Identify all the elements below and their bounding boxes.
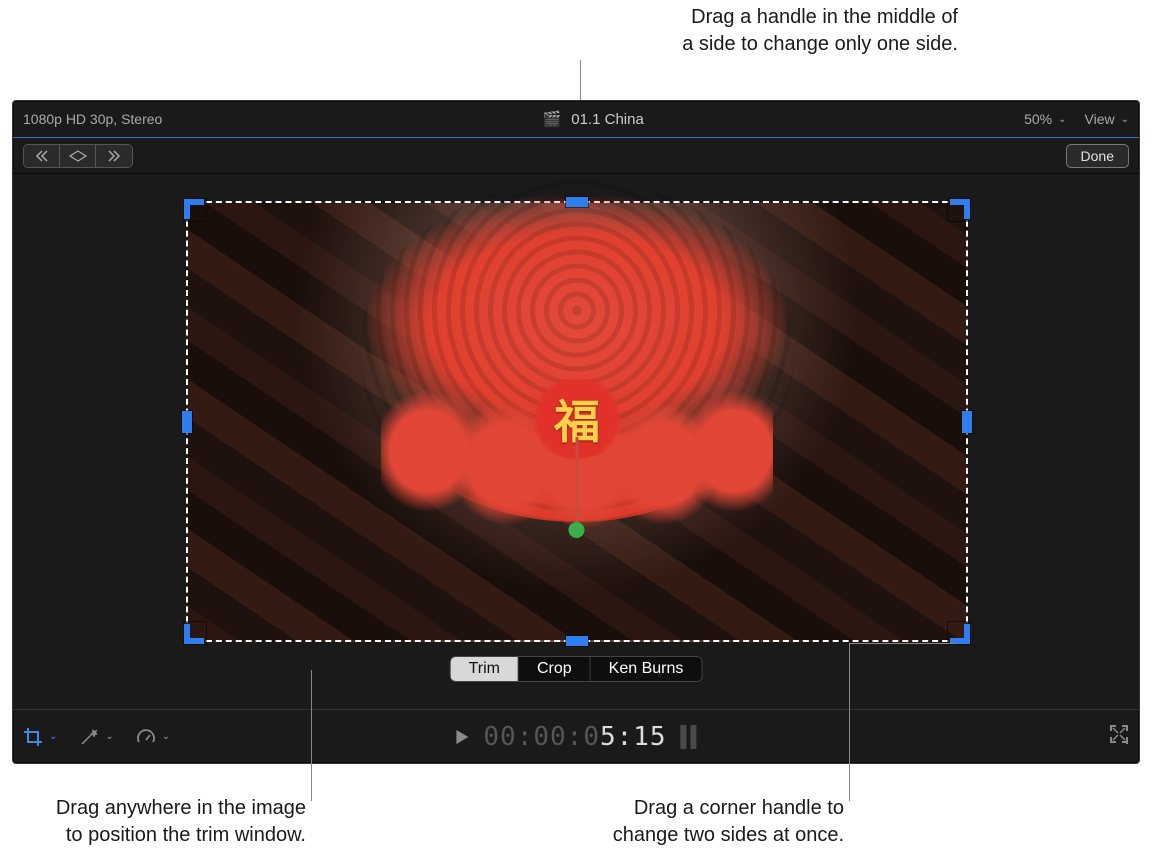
canvas-area: 福 bbox=[13, 174, 1139, 709]
callout-top-line2: a side to change only one side. bbox=[575, 31, 958, 58]
crop-mode-segment: Trim Crop Ken Burns bbox=[450, 656, 703, 682]
callout-line-br bbox=[849, 643, 850, 801]
handle-left[interactable] bbox=[182, 411, 192, 433]
video-content-lantern: 福 bbox=[359, 181, 795, 522]
handle-top[interactable] bbox=[566, 197, 588, 207]
clip-title: 🎬 01.1 China bbox=[162, 110, 1024, 128]
callout-bl-line1: Drag anywhere in the image bbox=[34, 795, 306, 822]
view-dropdown[interactable]: View ⌄ bbox=[1085, 111, 1129, 127]
retime-tool-dropdown[interactable]: ⌄ bbox=[136, 727, 170, 747]
chevron-down-icon: ⌄ bbox=[105, 731, 113, 742]
mode-crop-button[interactable]: Crop bbox=[519, 657, 591, 681]
viewer-info-bar: 1080p HD 30p, Stereo 🎬 01.1 China 50% ⌄ … bbox=[13, 101, 1139, 138]
gauge-icon bbox=[136, 727, 156, 747]
wand-icon bbox=[79, 727, 99, 747]
callout-br-line2: change two sides at once. bbox=[560, 822, 844, 849]
diamond-icon bbox=[69, 150, 87, 162]
zoom-dropdown[interactable]: 50% ⌄ bbox=[1024, 111, 1066, 127]
double-chevron-left-icon bbox=[35, 150, 49, 162]
play-icon[interactable] bbox=[455, 729, 469, 745]
viewer-bottom-bar: ⌄ ⌄ ⌄ 00:00:05:15 bbox=[13, 709, 1139, 763]
callout-bottom-right: Drag a corner handle to change two sides… bbox=[560, 795, 844, 849]
handle-bottom-right[interactable] bbox=[948, 622, 970, 644]
prev-edit-button[interactable] bbox=[24, 145, 60, 167]
handle-top-right[interactable] bbox=[948, 199, 970, 221]
crop-icon bbox=[23, 727, 43, 747]
handle-right[interactable] bbox=[962, 411, 972, 433]
audio-meter-icon bbox=[681, 725, 697, 749]
chevron-down-icon: ⌄ bbox=[1121, 114, 1129, 125]
fullscreen-button[interactable] bbox=[1109, 724, 1129, 749]
callout-br-line1: Drag a corner handle to bbox=[560, 795, 844, 822]
view-label: View bbox=[1085, 111, 1115, 127]
timecode-display: 00:00:05:15 bbox=[483, 722, 666, 752]
viewer-toolbar: Done bbox=[13, 138, 1139, 174]
video-content-bead bbox=[569, 522, 585, 538]
handle-bottom-left[interactable] bbox=[184, 622, 206, 644]
playhead-group: 00:00:05:15 bbox=[455, 722, 696, 752]
callout-bl-line2: to position the trim window. bbox=[34, 822, 306, 849]
trim-frame[interactable]: 福 bbox=[186, 201, 968, 642]
chevron-down-icon: ⌄ bbox=[1058, 114, 1066, 125]
enhance-tool-dropdown[interactable]: ⌄ bbox=[79, 727, 113, 747]
format-label: 1080p HD 30p, Stereo bbox=[23, 111, 162, 127]
viewer-panel: 1080p HD 30p, Stereo 🎬 01.1 China 50% ⌄ … bbox=[12, 100, 1140, 764]
mode-trim-button[interactable]: Trim bbox=[451, 657, 519, 681]
video-content-string bbox=[575, 437, 578, 532]
callout-line-br-h bbox=[849, 643, 955, 644]
next-edit-button[interactable] bbox=[96, 145, 132, 167]
done-button[interactable]: Done bbox=[1066, 144, 1129, 168]
callout-line-bl bbox=[311, 670, 312, 801]
callout-top-line1: Drag a handle in the middle of bbox=[575, 4, 958, 31]
timecode-bright: 5:15 bbox=[600, 722, 667, 752]
clapper-icon: 🎬 bbox=[543, 110, 562, 128]
timecode-dim: 00:00:0 bbox=[483, 722, 600, 752]
clip-name-label: 01.1 China bbox=[571, 111, 644, 128]
callout-top: Drag a handle in the middle of a side to… bbox=[575, 4, 958, 58]
callout-bottom-left: Drag anywhere in the image to position t… bbox=[34, 795, 306, 849]
fullscreen-icon bbox=[1109, 724, 1129, 744]
double-chevron-right-icon bbox=[107, 150, 121, 162]
chevron-down-icon: ⌄ bbox=[162, 731, 170, 742]
mode-kenburns-button[interactable]: Ken Burns bbox=[591, 657, 702, 681]
overlay-button[interactable] bbox=[60, 145, 96, 167]
crop-tool-dropdown[interactable]: ⌄ bbox=[23, 727, 57, 747]
zoom-value-label: 50% bbox=[1024, 111, 1052, 127]
handle-bottom[interactable] bbox=[566, 636, 588, 646]
nav-segment bbox=[23, 144, 133, 168]
chevron-down-icon: ⌄ bbox=[49, 731, 57, 742]
handle-top-left[interactable] bbox=[184, 199, 206, 221]
